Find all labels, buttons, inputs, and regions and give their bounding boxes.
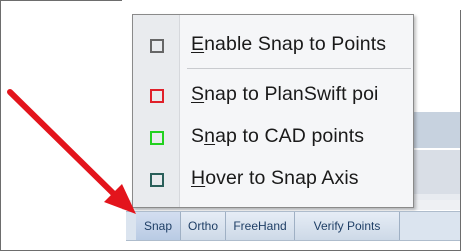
menu-item-enable-snap-to-points[interactable]: Enable Snap to Points	[133, 27, 413, 65]
menu-separator	[187, 68, 411, 69]
menu-item-label: Snap to PlanSwift poi	[191, 83, 379, 105]
app-panel-body	[414, 150, 460, 194]
snap-toolbar: Snap Ortho FreeHand Verify Points	[126, 211, 460, 241]
checkbox-icon	[150, 131, 164, 145]
ortho-button[interactable]: Ortho	[181, 212, 226, 240]
menu-item-label: Snap to CAD points	[191, 125, 365, 147]
app-panel-header	[414, 112, 460, 148]
checkbox-icon	[150, 173, 164, 187]
menu-item-label: Hover to Snap Axis	[191, 167, 359, 189]
checkbox-icon	[150, 89, 164, 103]
verify-points-button[interactable]: Verify Points	[295, 212, 400, 240]
app-window-top	[122, 0, 461, 10]
menu-item-label: Enable Snap to Points	[191, 33, 387, 55]
snap-context-menu: Enable Snap to Points Snap to PlanSwift …	[132, 14, 414, 208]
menu-item-snap-to-cad-points[interactable]: Snap to CAD points	[133, 119, 413, 157]
snap-button[interactable]: Snap	[136, 212, 181, 240]
menu-item-hover-to-snap-axis[interactable]: Hover to Snap Axis	[133, 161, 413, 199]
freehand-button[interactable]: FreeHand	[226, 212, 295, 240]
menu-item-snap-to-planswift-points[interactable]: Snap to PlanSwift poi	[133, 77, 413, 115]
checkbox-icon	[150, 39, 164, 53]
